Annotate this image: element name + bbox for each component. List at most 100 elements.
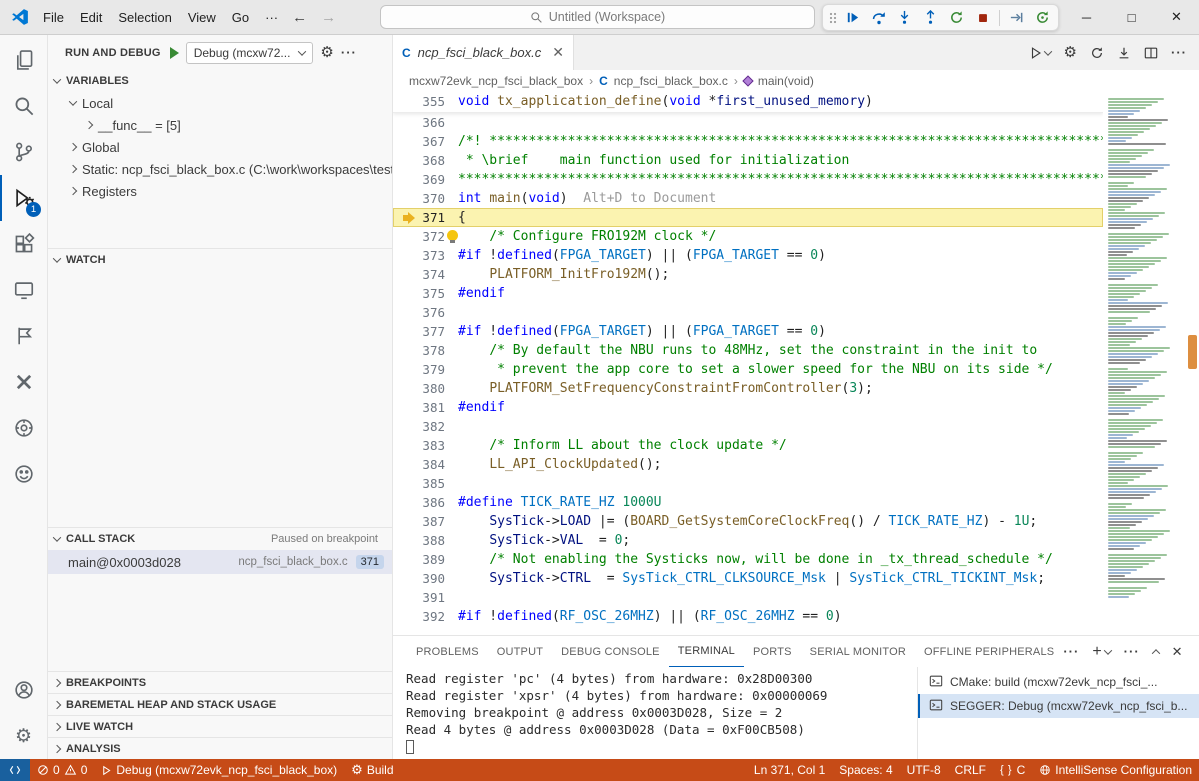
- debug-step-out-button[interactable]: [918, 6, 943, 29]
- code-line[interactable]: 377#if !defined(FPGA_TARGET) || (FPGA_TA…: [393, 322, 1103, 341]
- intellisense-status[interactable]: IntelliSense Configuration: [1032, 759, 1199, 781]
- account-icon[interactable]: [0, 667, 47, 713]
- code-line[interactable]: 375#endif: [393, 284, 1103, 303]
- debug-step-into-button[interactable]: [892, 6, 917, 29]
- panel-tab-serial-monitor[interactable]: SERIAL MONITOR: [801, 636, 915, 667]
- menu-view[interactable]: View: [180, 7, 224, 28]
- code-line[interactable]: 370int main(void) Alt+D to Document: [393, 189, 1103, 208]
- maximize-panel-icon[interactable]: [1151, 649, 1159, 657]
- editor-more-actions[interactable]: ···: [1171, 45, 1187, 60]
- remote-explorer-icon[interactable]: [0, 267, 47, 313]
- source-control-icon[interactable]: [0, 129, 47, 175]
- panel-tab-problems[interactable]: PROBLEMS: [407, 636, 488, 667]
- maximize-button[interactable]: □: [1109, 0, 1154, 34]
- nav-forward-icon[interactable]: →: [321, 9, 336, 26]
- code-line[interactable]: 366: [393, 113, 1103, 132]
- code-line[interactable]: 390 SysTick->CTRL = SysTick_CTRL_CLKSOUR…: [393, 569, 1103, 588]
- smiley-icon[interactable]: [0, 451, 47, 497]
- panel-tab-debug-console[interactable]: DEBUG CONSOLE: [552, 636, 669, 667]
- search-view-icon[interactable]: [0, 83, 47, 129]
- split-editor-icon[interactable]: [1144, 46, 1158, 60]
- language-mode[interactable]: { } C: [993, 759, 1032, 781]
- section-header-baremetal-heap-and-stack-usage[interactable]: BAREMETAL HEAP AND STACK USAGE: [48, 693, 392, 715]
- section-header-live-watch[interactable]: LIVE WATCH: [48, 715, 392, 737]
- start-debugging-button[interactable]: [170, 47, 179, 59]
- close-button[interactable]: ✕: [1154, 0, 1199, 34]
- cmake-debug-status[interactable]: Debug (mcxw72evk_ncp_fsci_black_box): [94, 759, 344, 781]
- menu-selection[interactable]: Selection: [110, 7, 179, 28]
- lightbulb-icon[interactable]: [447, 230, 458, 243]
- debug-file-button[interactable]: [1029, 46, 1051, 60]
- code-line[interactable]: 376: [393, 303, 1103, 322]
- problems-status[interactable]: 0 0: [30, 759, 94, 781]
- terminal-session-item[interactable]: SEGGER: Debug (mcxw72evk_ncp_fsci_b...: [918, 694, 1199, 718]
- run-to-cursor-button[interactable]: [1004, 6, 1029, 29]
- panel-tab-output[interactable]: OUTPUT: [488, 636, 552, 667]
- mcuxpresso-x-icon[interactable]: [0, 359, 47, 405]
- launch-config-dropdown[interactable]: Debug (mcxw72...: [186, 42, 314, 64]
- stack-frame-row[interactable]: main@0x0003d028 ncp_fsci_black_box.c 371: [48, 550, 392, 574]
- eol-sequence[interactable]: CRLF: [948, 759, 993, 781]
- code-lines[interactable]: 366367/*! ******************************…: [393, 113, 1103, 635]
- variables-tree-item[interactable]: __func__ = [5]: [48, 114, 392, 136]
- menu-file[interactable]: File: [35, 7, 72, 28]
- panel-more-actions[interactable]: ···: [1124, 644, 1140, 659]
- menu-more[interactable]: ···: [257, 7, 286, 28]
- command-center-search[interactable]: Untitled (Workspace): [380, 5, 815, 29]
- debug-step-over-button[interactable]: [866, 6, 891, 29]
- code-line[interactable]: 374 PLATFORM_InitFro192M();: [393, 265, 1103, 284]
- code-line[interactable]: 367/*! *********************************…: [393, 132, 1103, 151]
- code-line[interactable]: 385: [393, 474, 1103, 493]
- debug-continue-button[interactable]: [840, 6, 865, 29]
- editor-tab[interactable]: C ncp_fsci_black_box.c ✕: [393, 35, 574, 70]
- tools-circle-icon[interactable]: [0, 405, 47, 451]
- terminal-output[interactable]: Read register 'pc' (4 bytes) from hardwa…: [393, 667, 917, 759]
- code-line[interactable]: 371{: [393, 208, 1103, 227]
- code-line[interactable]: 391: [393, 588, 1103, 607]
- watch-header[interactable]: WATCH: [48, 249, 392, 271]
- code-line[interactable]: 382: [393, 417, 1103, 436]
- call-stack-header[interactable]: CALL STACK Paused on breakpoint: [48, 528, 392, 550]
- code-line[interactable]: 369*************************************…: [393, 170, 1103, 189]
- breadcrumb-file[interactable]: ncp_fsci_black_box.c: [614, 74, 728, 88]
- new-terminal-button[interactable]: +: [1092, 643, 1110, 661]
- overview-ruler[interactable]: [1185, 92, 1199, 635]
- panel-tab-offline-peripherals[interactable]: OFFLINE PERIPHERALS: [915, 636, 1063, 667]
- download-icon[interactable]: [1117, 46, 1131, 60]
- cursor-position[interactable]: Ln 371, Col 1: [747, 759, 832, 781]
- breadcrumb-project[interactable]: mcxw72evk_ncp_fsci_black_box: [409, 74, 583, 88]
- code-line[interactable]: 388 SysTick->VAL = 0;: [393, 531, 1103, 550]
- code-line[interactable]: 373#if !defined(FPGA_TARGET) || (FPGA_TA…: [393, 246, 1103, 265]
- configure-gear-icon[interactable]: ⚙: [320, 45, 333, 60]
- code-line[interactable]: 383 /* Inform LL about the clock update …: [393, 436, 1103, 455]
- code-line[interactable]: 355void tx_application_define(void *firs…: [393, 92, 1103, 111]
- variables-tree-item[interactable]: Registers: [48, 180, 392, 202]
- panel-tab-terminal[interactable]: TERMINAL: [669, 636, 744, 667]
- views-more-actions[interactable]: ···: [341, 45, 357, 60]
- cmake-build-status[interactable]: ⚙ Build: [344, 759, 400, 781]
- code-line[interactable]: 372 /* Configure FRO192M clock */: [393, 227, 1103, 246]
- code-line[interactable]: 386#define TICK_RATE_HZ 1000U: [393, 493, 1103, 512]
- minimize-button[interactable]: ─: [1064, 0, 1109, 34]
- debug-restart-button[interactable]: [944, 6, 969, 29]
- indentation[interactable]: Spaces: 4: [832, 759, 899, 781]
- sticky-scroll-line[interactable]: 355void tx_application_define(void *firs…: [393, 92, 1103, 113]
- settings-gear-icon[interactable]: ⚙: [0, 713, 47, 759]
- section-header-analysis[interactable]: ANALYSIS: [48, 737, 392, 759]
- menu-edit[interactable]: Edit: [72, 7, 110, 28]
- variables-tree-item[interactable]: Static: ncp_fsci_black_box.c (C:\work\wo…: [48, 158, 392, 180]
- variables-tree-item[interactable]: Global: [48, 136, 392, 158]
- code-line[interactable]: 392#if !defined(RF_OSC_26MHZ) || (RF_OSC…: [393, 607, 1103, 626]
- menu-go[interactable]: Go: [224, 7, 257, 28]
- variables-header[interactable]: VARIABLES: [48, 70, 392, 92]
- tab-close-icon[interactable]: ✕: [552, 44, 564, 61]
- reset-device-button[interactable]: [1030, 6, 1055, 29]
- explorer-icon[interactable]: [0, 37, 47, 83]
- run-and-debug-icon[interactable]: 1: [0, 175, 47, 221]
- toolbar-grip[interactable]: [826, 10, 839, 26]
- code-line[interactable]: 378 /* By default the NBU runs to 48MHz,…: [393, 341, 1103, 360]
- code-line[interactable]: 389 /* Not enabling the Systicks now, wi…: [393, 550, 1103, 569]
- code-line[interactable]: 368 * \brief main function used for init…: [393, 151, 1103, 170]
- close-panel-icon[interactable]: ✕: [1172, 644, 1183, 660]
- variables-tree-item[interactable]: Local: [48, 92, 392, 114]
